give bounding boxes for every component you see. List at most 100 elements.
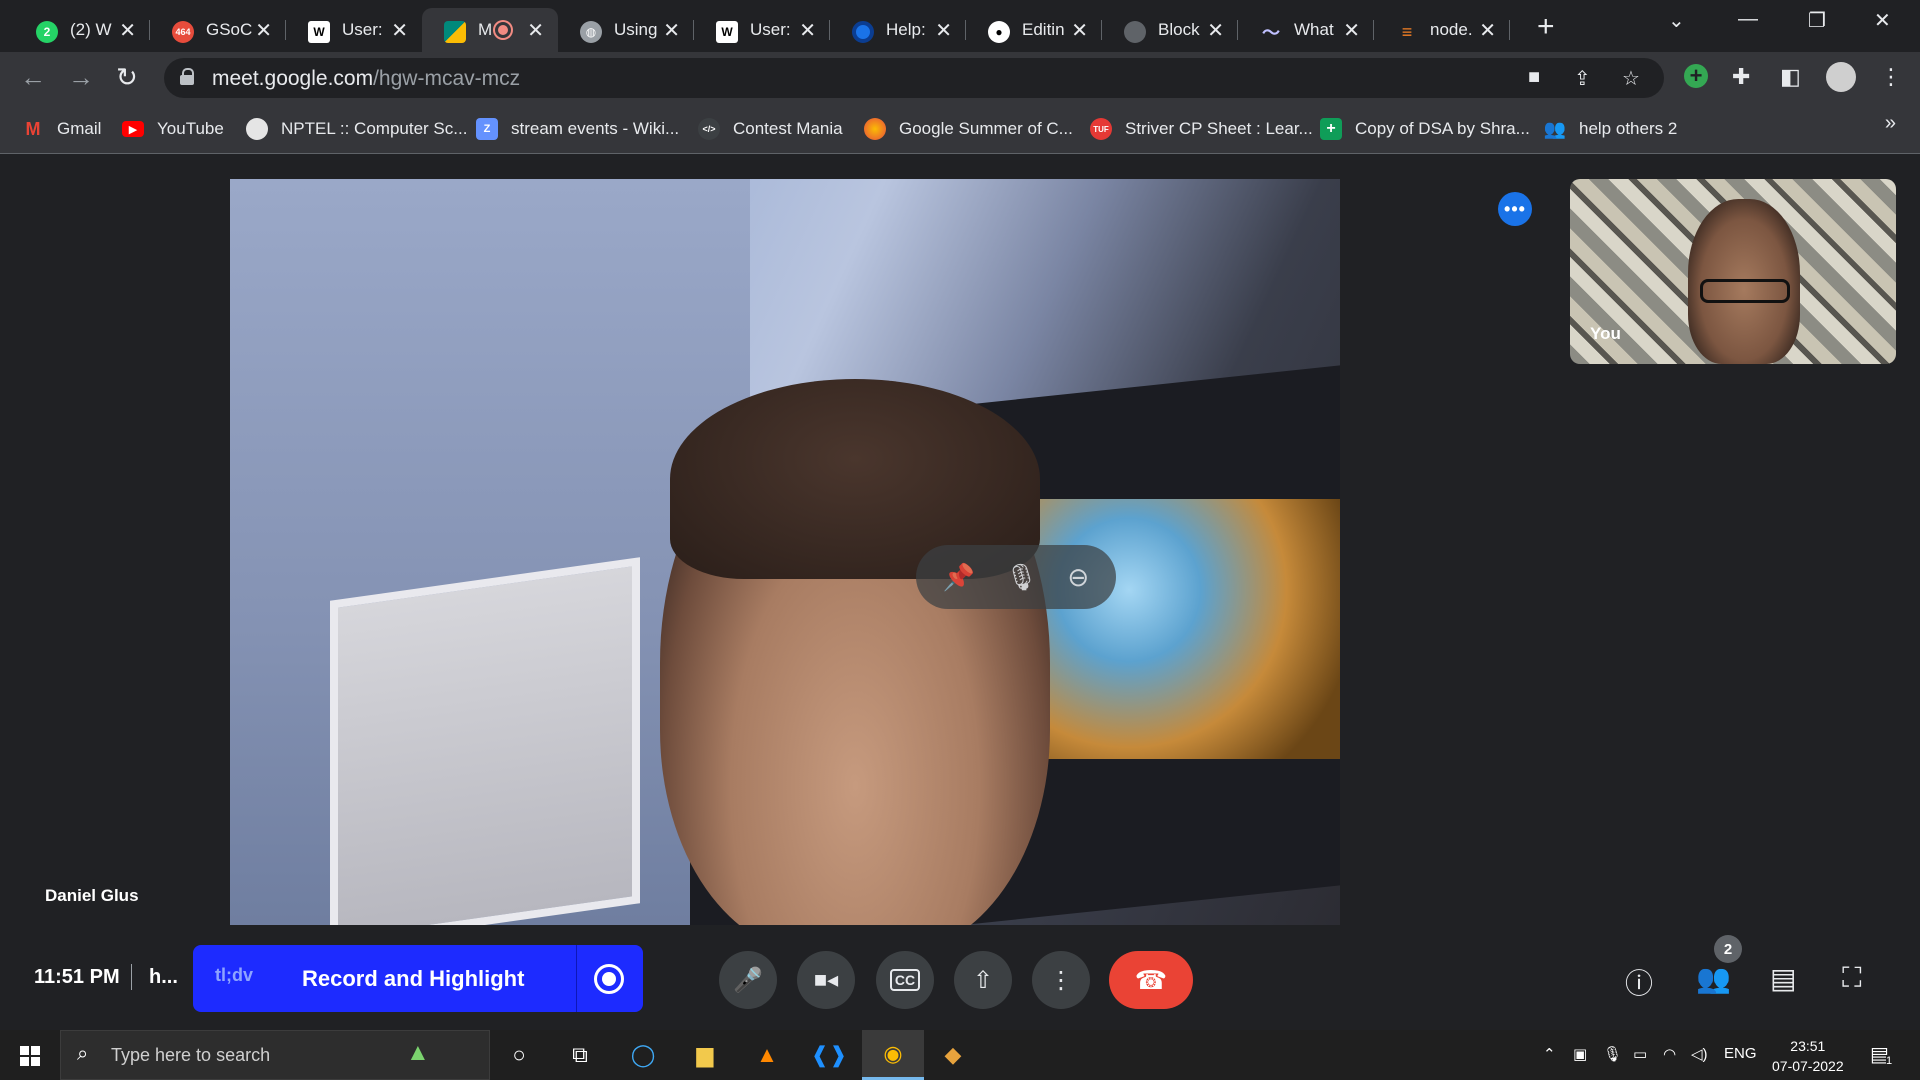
extension-plus-icon[interactable]: + [1684, 64, 1708, 88]
bookmark-star-icon[interactable]: ☆ [1622, 66, 1640, 91]
bookmark-dsa-sheet[interactable]: + Copy of DSA by Shra... [1320, 116, 1530, 142]
bookmark-gmail[interactable]: M Gmail [22, 116, 102, 142]
tab-title: M [478, 20, 492, 39]
more-options-button[interactable]: ⋮ [1032, 951, 1090, 1009]
profile-avatar[interactable] [1826, 62, 1856, 92]
activities-icon[interactable]: ⛶ [1842, 962, 1862, 995]
chat-icon[interactable]: ▤ [1770, 962, 1796, 995]
close-icon[interactable]: ✕ [527, 18, 544, 43]
volume-icon[interactable]: ◁) [1691, 1045, 1708, 1063]
captions-button[interactable]: CC [876, 951, 934, 1009]
tab-wikipedia-user[interactable]: W User: ✕ [286, 8, 422, 52]
restore-icon[interactable]: ❐ [1808, 8, 1826, 33]
self-view-tile[interactable]: You [1570, 179, 1896, 364]
task-view-icon[interactable]: ⧉ [564, 1040, 596, 1070]
reload-icon[interactable]: ↻ [116, 62, 138, 93]
leave-call-button[interactable]: ☎ [1109, 951, 1193, 1009]
forward-arrow-icon[interactable]: → [68, 62, 94, 93]
bookmark-stream-events[interactable]: Z stream events - Wiki... [476, 116, 679, 142]
nptel-icon [246, 118, 268, 140]
tab-search-chevron-icon[interactable]: ⌄ [1668, 8, 1685, 33]
extensions-puzzle-icon[interactable]: ✚ [1732, 64, 1750, 90]
tab-wikipedia-user-2[interactable]: W User: ✕ [694, 8, 830, 52]
more-options-dots-icon[interactable]: ••• [1498, 192, 1532, 226]
close-icon[interactable]: ✕ [255, 18, 272, 43]
tab-title: Help: [886, 20, 926, 39]
vlc-icon[interactable]: ▲ [751, 1040, 783, 1070]
vscode-icon[interactable]: ❰❱ [811, 1040, 848, 1070]
bookmark-help-others[interactable]: 👥 help others 2 [1544, 116, 1678, 142]
closed-captions-icon: CC [889, 969, 921, 991]
bookmark-striver[interactable]: TUF Striver CP Sheet : Lear... [1090, 116, 1313, 142]
close-icon[interactable]: ✕ [119, 18, 136, 43]
bookmark-nptel[interactable]: NPTEL :: Computer Sc... [246, 116, 467, 142]
windows-start-icon[interactable] [20, 1046, 40, 1066]
lock-icon[interactable] [180, 68, 194, 85]
close-icon[interactable]: ✕ [1479, 18, 1496, 43]
close-icon[interactable]: ✕ [391, 18, 408, 43]
chrome-icon[interactable]: ◉ [862, 1030, 924, 1080]
tldv-record-button[interactable]: tl;dv Record and Highlight [193, 945, 643, 1012]
bookmark-contest-mania[interactable]: </> Contest Mania [698, 116, 843, 142]
close-icon[interactable]: ✕ [799, 18, 816, 43]
chrome-menu-icon[interactable]: ⋮ [1880, 64, 1902, 90]
side-panel-icon[interactable]: ◧ [1780, 64, 1801, 90]
tab-using[interactable]: ◍ Using ✕ [558, 8, 694, 52]
input-language[interactable]: ENG [1724, 1045, 1757, 1062]
close-icon[interactable]: ✕ [1071, 18, 1088, 43]
cortana-icon[interactable]: ○ [503, 1040, 535, 1070]
block-icon [1124, 21, 1146, 43]
tab-what[interactable]: 〜 What ✕ [1238, 8, 1374, 52]
camera-in-use-icon[interactable]: ■ [1528, 66, 1540, 89]
close-icon[interactable]: ✕ [1343, 18, 1360, 43]
alexa-icon[interactable]: ◯ [627, 1040, 659, 1070]
taskbar-search-box[interactable]: ⌕ Type here to search ▲ [60, 1030, 490, 1080]
tab-gsoc[interactable]: 464 GSoC ✕ [150, 8, 286, 52]
record-icon[interactable] [594, 964, 624, 994]
meet-now-icon[interactable]: ▣ [1573, 1045, 1587, 1063]
git-app-icon[interactable]: ◆ [937, 1040, 969, 1070]
tab-block[interactable]: Block ✕ [1102, 8, 1238, 52]
remove-participant-icon[interactable]: ⊖ [1067, 562, 1089, 593]
present-screen-button[interactable]: ⇧ [954, 951, 1012, 1009]
microphone-button[interactable]: 🎤 [719, 951, 777, 1009]
close-icon[interactable]: ✕ [1207, 18, 1224, 43]
pin-icon[interactable]: 📌 [943, 562, 975, 593]
microphone-tray-icon[interactable]: 🎙 [1603, 1045, 1622, 1063]
bookmark-gsoc[interactable]: Google Summer of C... [864, 116, 1073, 142]
minimize-icon[interactable]: — [1738, 8, 1758, 31]
battery-icon[interactable]: ▭ [1633, 1045, 1647, 1063]
tab-help[interactable]: Help: ✕ [830, 8, 966, 52]
stackoverflow-icon: ≡ [1401, 21, 1413, 42]
tab-title: User: [342, 20, 383, 39]
window-close-icon[interactable]: ✕ [1874, 8, 1891, 33]
file-explorer-icon[interactable]: ▆ [689, 1040, 721, 1070]
tab-github-editing[interactable]: ● Editin ✕ [966, 8, 1102, 52]
meeting-details-info-icon[interactable]: ⓘ [1625, 962, 1653, 1002]
address-bar[interactable]: meet.google.com/hgw-mcav-mcz ■ ⇪ ☆ [164, 58, 1664, 98]
tab-title: User: [750, 20, 791, 39]
share-icon[interactable]: ⇪ [1574, 66, 1591, 91]
participant-name-label: Daniel Glus [45, 886, 139, 905]
tab-whatsapp[interactable]: 2 (2) W ✕ [14, 8, 150, 52]
tab-google-meet[interactable]: M ✕ [422, 8, 558, 52]
bookmark-youtube[interactable]: ▶ YouTube [122, 116, 224, 142]
camera-button[interactable]: ■◂ [797, 951, 855, 1009]
back-arrow-icon[interactable]: ← [20, 62, 46, 93]
mute-participant-mic-icon[interactable]: 🎙 [1005, 562, 1038, 593]
url-text[interactable]: meet.google.com/hgw-mcav-mcz [212, 67, 520, 91]
close-icon[interactable]: ✕ [935, 18, 952, 43]
show-hidden-icons-chevron-icon[interactable]: ⌃ [1543, 1045, 1556, 1063]
new-tab-plus-icon[interactable]: + [1537, 10, 1555, 44]
meeting-code[interactable]: h... [149, 966, 178, 989]
system-clock[interactable]: 23:51 07-07-2022 [1772, 1036, 1844, 1076]
zulip-icon: Z [476, 118, 498, 140]
main-participant-video[interactable]: 📌 🎙 ⊖ [230, 179, 1340, 925]
bookmarks-overflow-chevron-icon[interactable]: » [1885, 112, 1896, 135]
bookmark-label: NPTEL :: Computer Sc... [281, 119, 468, 138]
people-icon[interactable]: 👥 [1696, 962, 1731, 995]
wifi-icon[interactable]: ◠ [1663, 1045, 1676, 1063]
close-icon[interactable]: ✕ [663, 18, 680, 43]
video-camera-icon: ■◂ [813, 967, 839, 992]
tab-node[interactable]: ≡ node. ✕ [1374, 8, 1510, 52]
